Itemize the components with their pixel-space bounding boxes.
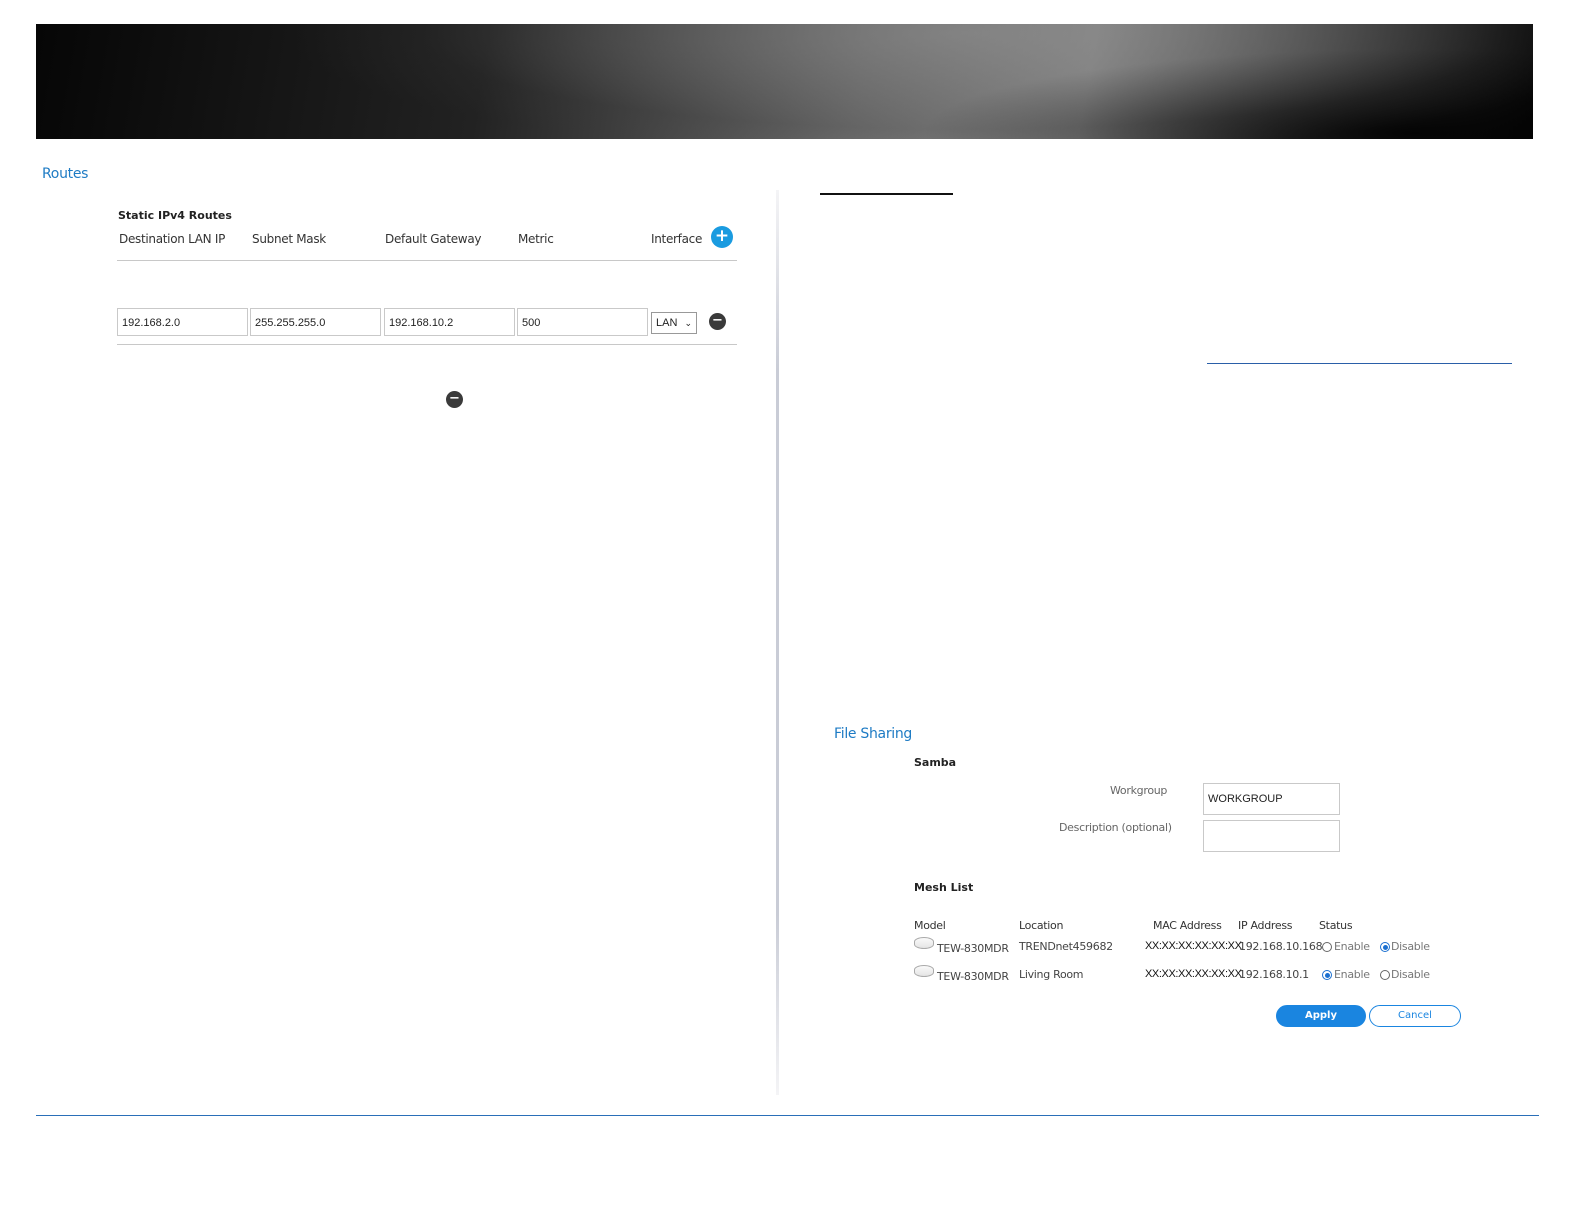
subnet-mask-input[interactable]: 255.255.255.0 xyxy=(250,308,381,336)
plus-icon: + xyxy=(714,226,730,246)
mesh-header-ip: IP Address xyxy=(1238,919,1293,932)
mesh-row-1-enable-radio[interactable] xyxy=(1322,942,1332,952)
description-label: Description (optional) xyxy=(1059,821,1172,834)
mesh-row-location: Living Room xyxy=(1019,968,1084,981)
mesh-row-model: TEW-830MDR xyxy=(937,942,1009,955)
mesh-header-status: Status xyxy=(1319,919,1353,932)
remove-route-button[interactable]: − xyxy=(709,313,726,330)
heading-underline xyxy=(820,193,953,195)
metric-input[interactable]: 500 xyxy=(517,308,648,336)
row-divider xyxy=(117,344,737,345)
apply-button[interactable]: Apply xyxy=(1276,1005,1366,1027)
add-route-button[interactable]: + xyxy=(711,226,733,248)
disable-label: Disable xyxy=(1391,940,1430,953)
mesh-row-ip: 192.168.10.168 xyxy=(1239,940,1323,953)
minus-icon: − xyxy=(712,313,723,328)
routes-section-title: Routes xyxy=(42,166,89,182)
file-sharing-section-title: File Sharing xyxy=(834,726,913,742)
column-divider xyxy=(776,190,779,1095)
link-underline xyxy=(1207,363,1512,364)
mesh-list-title: Mesh List xyxy=(914,881,974,894)
minus-icon: − xyxy=(449,391,460,406)
interface-select[interactable]: LAN ⌄ xyxy=(651,312,697,334)
header-metric: Metric xyxy=(518,232,554,246)
header-subnet-mask: Subnet Mask xyxy=(252,232,326,246)
samba-title: Samba xyxy=(914,756,957,769)
header-banner xyxy=(36,24,1533,139)
enable-label: Enable xyxy=(1334,940,1370,953)
mesh-row-mac: XX:XX:XX:XX:XX:XX xyxy=(1145,940,1242,952)
header-gateway: Default Gateway xyxy=(385,232,482,246)
mesh-header-model: Model xyxy=(914,919,946,932)
enable-label: Enable xyxy=(1334,968,1370,981)
static-routes-title: Static IPv4 Routes xyxy=(118,209,232,222)
cancel-button[interactable]: Cancel xyxy=(1369,1005,1461,1027)
gateway-input[interactable]: 192.168.10.2 xyxy=(384,308,515,336)
chevron-down-icon: ⌄ xyxy=(684,318,692,328)
remove-route-callout-button[interactable]: − xyxy=(446,391,463,408)
header-interface: Interface xyxy=(651,232,703,246)
mesh-header-location: Location xyxy=(1019,919,1064,932)
mesh-row-1-disable-radio[interactable] xyxy=(1380,942,1390,952)
header-divider xyxy=(117,260,737,261)
mesh-row-2-disable-radio[interactable] xyxy=(1380,970,1390,980)
router-icon xyxy=(914,965,934,977)
destination-ip-input[interactable]: 192.168.2.0 xyxy=(117,308,248,336)
mesh-row-mac: XX:XX:XX:XX:XX:XX xyxy=(1145,968,1242,980)
footer-divider xyxy=(36,1115,1539,1116)
router-icon xyxy=(914,937,934,949)
interface-select-value: LAN xyxy=(656,317,678,329)
disable-label: Disable xyxy=(1391,968,1430,981)
description-input[interactable] xyxy=(1203,820,1340,852)
mesh-row-2-enable-radio[interactable] xyxy=(1322,970,1332,980)
mesh-row-location: TRENDnet459682 xyxy=(1019,940,1113,953)
mesh-header-mac: MAC Address xyxy=(1153,919,1222,932)
header-destination: Destination LAN IP xyxy=(119,232,226,246)
workgroup-label: Workgroup xyxy=(1110,784,1168,797)
workgroup-input[interactable]: WORKGROUP xyxy=(1203,783,1340,815)
mesh-row-ip: 192.168.10.1 xyxy=(1239,968,1309,981)
mesh-row-model: TEW-830MDR xyxy=(937,970,1009,983)
